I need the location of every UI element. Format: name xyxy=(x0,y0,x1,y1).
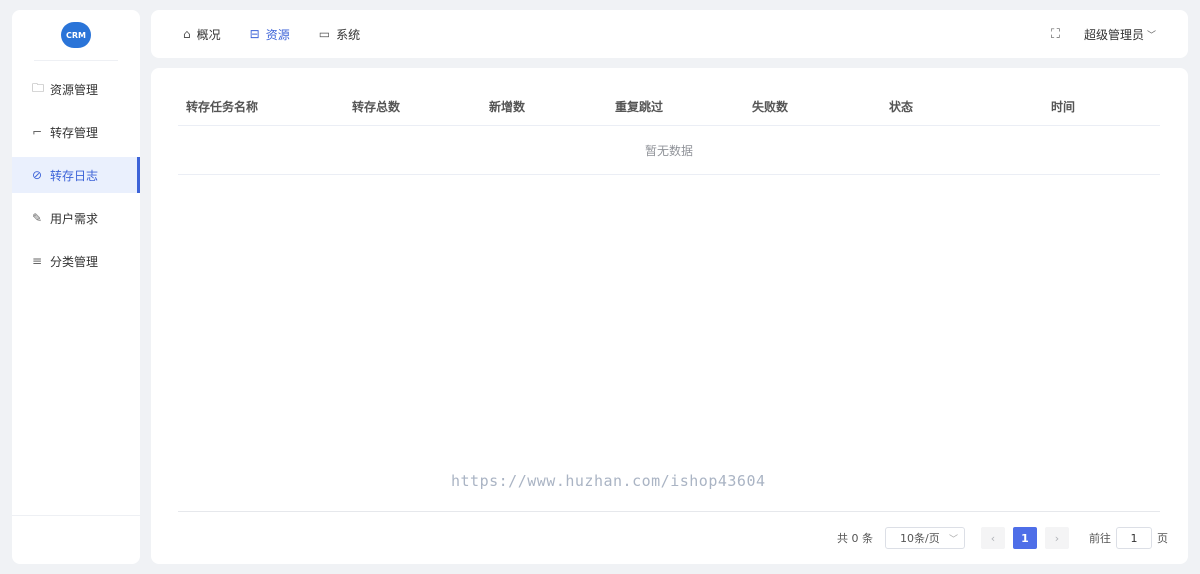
column-header: 转存总数 xyxy=(352,100,401,114)
sidebar-item-resource-management[interactable]: 🗀 资源管理 xyxy=(12,71,140,107)
nav-item-system[interactable]: ▭ 系统 xyxy=(319,26,360,43)
top-nav: ⌂ 概况 ⊟ 资源 ▭ 系统 xyxy=(183,26,389,43)
top-bar: ⌂ 概况 ⊟ 资源 ▭ 系统 ⛶ 超级管理员 ﹀ xyxy=(151,10,1188,58)
sidebar-item-label: 用户需求 xyxy=(50,211,99,226)
column-header: 重复跳过 xyxy=(615,100,664,114)
sidebar-item-transfer-management[interactable]: ⌐ 转存管理 xyxy=(12,114,140,150)
nav-item-label: 系统 xyxy=(336,27,361,42)
total-count: 共 0 条 xyxy=(837,532,873,545)
fullscreen-icon[interactable]: ⛶ xyxy=(1051,27,1060,42)
goto-page-input[interactable] xyxy=(1116,527,1152,549)
column-header: 新增数 xyxy=(489,100,526,114)
user-menu[interactable]: 超级管理员 ﹀ xyxy=(1084,26,1156,43)
chevron-left-icon: ‹ xyxy=(990,531,996,545)
sidebar-item-user-requests[interactable]: ✎ 用户需求 xyxy=(12,200,140,236)
watermark: https://www.huzhan.com/ishop43604 xyxy=(451,472,766,490)
chevron-down-icon: ﹀ xyxy=(1146,30,1156,41)
column-header: 时间 xyxy=(1051,100,1076,114)
top-right: ⛶ 超级管理员 ﹀ xyxy=(1051,26,1156,43)
goto-prefix: 前往 xyxy=(1089,532,1111,545)
sidebar-item-label: 分类管理 xyxy=(50,254,99,269)
transfer-log-table: 转存任务名称 转存总数 新增数 重复跳过 失败数 状态 时间 暂无数据 xyxy=(178,88,1160,175)
table-header: 转存任务名称 转存总数 新增数 重复跳过 失败数 状态 时间 xyxy=(178,88,1160,126)
sidebar-menu: 🗀 资源管理 ⌐ 转存管理 ⊘ 转存日志 ✎ 用户需求 ≡ 分类管理 xyxy=(12,71,140,279)
page-size-value: 10条/页 xyxy=(900,532,940,545)
crm-logo-icon: CRM xyxy=(61,22,91,48)
chevron-down-icon: ﹀ xyxy=(948,534,958,545)
chevron-right-icon: › xyxy=(1054,531,1060,545)
main-content: 转存任务名称 转存总数 新增数 重复跳过 失败数 状态 时间 暂无数据 http… xyxy=(151,68,1188,564)
sidebar-item-label: 资源管理 xyxy=(50,82,99,97)
home-icon: ⌂ xyxy=(183,27,191,41)
folder-icon: 🗀 xyxy=(32,80,45,95)
next-page-button[interactable]: › xyxy=(1045,527,1069,549)
box-icon: ⊟ xyxy=(249,27,260,41)
goto-page: 前往 页 xyxy=(1089,527,1168,549)
page-size-select[interactable]: 10条/页 ﹀ xyxy=(885,527,965,549)
nav-item-resources[interactable]: ⊟ 资源 xyxy=(250,26,290,43)
monitor-icon: ▭ xyxy=(318,27,331,41)
sidebar-item-category-management[interactable]: ≡ 分类管理 xyxy=(12,243,140,279)
edit-icon: ✎ xyxy=(32,211,43,225)
column-header: 状态 xyxy=(889,100,914,114)
page-number-button[interactable]: 1 xyxy=(1013,527,1037,549)
sidebar-item-label: 转存管理 xyxy=(50,125,99,140)
pagination: 共 0 条 10条/页 ﹀ ‹ 1 › 前往 页 xyxy=(837,527,1168,549)
column-header: 转存任务名称 xyxy=(186,100,259,114)
crop-icon: ⌐ xyxy=(32,125,43,139)
nav-item-overview[interactable]: ⌂ 概况 xyxy=(183,26,221,43)
user-name: 超级管理员 xyxy=(1083,27,1144,42)
pagination-divider xyxy=(178,511,1160,512)
goto-suffix: 页 xyxy=(1157,532,1168,545)
sliders-icon: ≡ xyxy=(32,254,43,268)
nav-item-label: 概况 xyxy=(196,27,221,42)
sidebar: CRM 🗀 资源管理 ⌐ 转存管理 ⊘ 转存日志 ✎ 用户需求 ≡ 分类管理 xyxy=(12,10,140,564)
column-header: 失败数 xyxy=(752,100,789,114)
logo-text: CRM xyxy=(66,30,86,40)
prev-page-button[interactable]: ‹ xyxy=(981,527,1005,549)
logo[interactable]: CRM xyxy=(34,10,118,61)
sidebar-item-transfer-log[interactable]: ⊘ 转存日志 xyxy=(12,157,140,193)
nav-item-label: 资源 xyxy=(265,27,290,42)
compass-icon: ⊘ xyxy=(32,168,43,182)
sidebar-item-label: 转存日志 xyxy=(50,168,99,183)
sidebar-divider xyxy=(12,515,140,516)
empty-state: 暂无数据 xyxy=(178,126,1160,175)
